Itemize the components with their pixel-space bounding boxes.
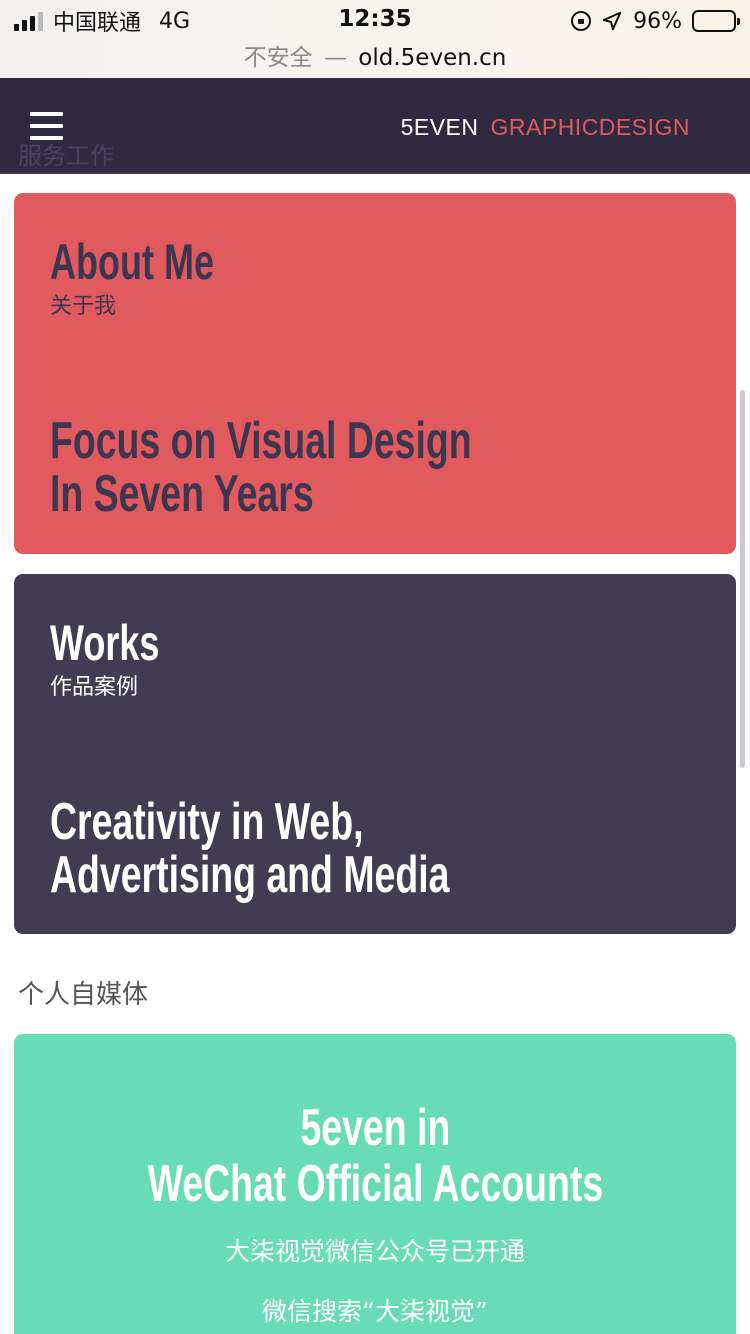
header-underlay-text: 服务工作 [18, 142, 114, 170]
status-right: 96% [571, 8, 740, 34]
page: 中国联通 4G 12:35 96% 不安全 — old.5even.cn 服务工… [0, 0, 750, 1334]
battery-percentage: 96% [633, 8, 682, 34]
site-header: 服务工作 5EVEN GRAPHICDESIGN [0, 78, 750, 174]
status-bar: 中国联通 4G 12:35 96% 不安全 — old.5even.cn [0, 0, 750, 78]
works-headline-line2: Advertising and Media [50, 846, 450, 904]
location-icon [602, 11, 622, 31]
wechat-title-line2: WeChat Official Accounts [147, 1155, 603, 1213]
about-headline: Focus on Visual Design In Seven Years [50, 415, 472, 521]
carrier-name: 中国联通 [53, 11, 142, 36]
security-label: 不安全 [243, 45, 313, 71]
hamburger-menu-icon[interactable] [30, 112, 63, 140]
about-card[interactable]: About Me 关于我 Focus on Visual Design In S… [14, 193, 736, 554]
address-bar[interactable]: 不安全 — old.5even.cn [0, 38, 750, 72]
brand-primary: 5EVEN [400, 114, 479, 140]
signal-icon [14, 11, 43, 31]
scrollbar[interactable] [740, 390, 745, 768]
wechat-title-line1: 5even in [300, 1099, 450, 1157]
wechat-description: 大柒视觉微信公众号已开通 [224, 1237, 525, 1266]
about-title: About Me [50, 234, 214, 290]
about-headline-line1: Focus on Visual Design [50, 412, 472, 470]
works-subtitle: 作品案例 [50, 675, 139, 700]
wechat-search-hint: 微信搜索“大柒视觉” [262, 1297, 488, 1326]
battery-icon [692, 10, 740, 32]
works-title: Works [50, 615, 160, 671]
url-domain: old.5even.cn [358, 45, 507, 71]
brand-secondary: GRAPHICDESIGN [490, 114, 690, 140]
network-type: 4G [159, 8, 191, 34]
works-card[interactable]: Works 作品案例 Creativity in Web, Advertisin… [14, 574, 736, 934]
about-subtitle: 关于我 [50, 294, 117, 319]
works-headline-line1: Creativity in Web, [50, 793, 364, 851]
rotation-lock-icon [571, 11, 592, 31]
media-section-label: 个人自媒体 [18, 980, 149, 1010]
brand-logo[interactable]: 5EVEN GRAPHICDESIGN [401, 114, 690, 141]
url-separator: — [323, 45, 347, 71]
about-headline-line2: In Seven Years [50, 465, 314, 523]
works-headline: Creativity in Web, Advertising and Media [50, 796, 449, 902]
status-left: 中国联通 4G [14, 8, 191, 36]
wechat-card[interactable]: 5even in WeChat Official Accounts 大柒视觉微信… [14, 1034, 736, 1334]
wechat-title: 5even in WeChat Official Accounts [14, 1100, 736, 1212]
